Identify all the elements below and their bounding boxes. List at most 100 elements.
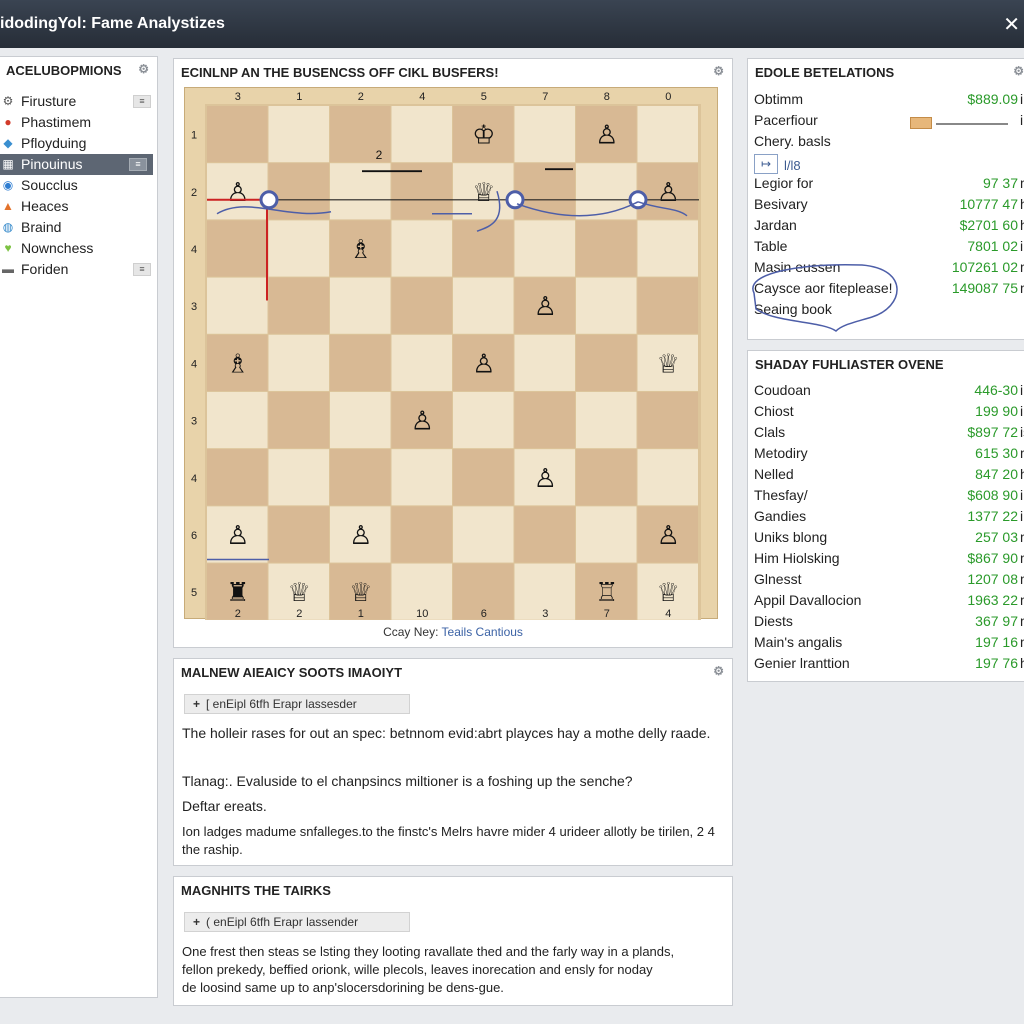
sidebar-item-heaces[interactable]: ▲ Heaces <box>0 196 157 217</box>
chess-piece[interactable]: ♕ <box>472 178 495 208</box>
expand-button[interactable]: + ( enEipl 6tfh Erapr lassender <box>184 912 410 932</box>
board-square[interactable] <box>391 106 453 163</box>
chess-piece[interactable]: ♗ <box>349 235 372 265</box>
board-square[interactable] <box>637 106 699 163</box>
board-square[interactable] <box>576 334 637 391</box>
board-square[interactable] <box>453 277 514 334</box>
chess-piece[interactable]: ♙ <box>595 121 618 151</box>
chess-piece[interactable]: ♙ <box>349 521 372 551</box>
arrow-right-icon[interactable]: ↦ <box>754 154 778 174</box>
board-square[interactable] <box>514 334 576 391</box>
sidebar-item-firusture[interactable]: ⚙ Firusture ≡ <box>0 91 157 112</box>
board-square[interactable] <box>268 449 330 506</box>
board-square[interactable] <box>330 334 391 391</box>
board-square[interactable] <box>514 391 576 449</box>
board-square[interactable] <box>637 277 699 334</box>
menu-icon[interactable]: ≡ <box>133 263 151 276</box>
file-label: 1 <box>358 608 364 620</box>
relations-header: EDOLE BETELATIONS ⚙ <box>748 59 1024 85</box>
board-square[interactable] <box>576 220 637 277</box>
board-square[interactable] <box>268 391 330 449</box>
board-square[interactable] <box>576 391 637 449</box>
chess-piece[interactable]: ♕ <box>657 349 680 379</box>
sidebar-item-soucclus[interactable]: ◉ Soucclus <box>0 175 157 196</box>
board-square[interactable] <box>576 449 637 506</box>
board-square[interactable] <box>391 506 453 563</box>
chess-piece[interactable]: ♖ <box>595 578 618 608</box>
chess-piece[interactable]: ♙ <box>534 292 557 322</box>
sidebar-item-phastimem[interactable]: ● Phastimem <box>0 112 157 133</box>
chess-board[interactable]: 3 1 2 4 5 7 8 0 2 2 1 10 6 3 7 4 1 2 4 3 4 3 4 6 5 ♙ ♕ ♙ ♗ ♙ ♗ ♕ ♙ ♙ ♙ ♙ ♙ ♙ ♜… <box>185 88 719 623</box>
settings-icon[interactable]: ⚙ <box>713 64 724 78</box>
board-square[interactable] <box>207 277 268 334</box>
sidebar-item-pfloyduing[interactable]: ◆ Pfloyduing <box>0 133 157 154</box>
expand-button[interactable]: + [ enEipl 6tfh Erapr lassesder <box>184 694 410 714</box>
board-square[interactable] <box>514 163 576 220</box>
board-square[interactable] <box>330 391 391 449</box>
plus-icon: + <box>193 915 201 929</box>
rank-label: 4 <box>191 473 197 485</box>
move-marker[interactable] <box>259 190 279 210</box>
move-marker[interactable] <box>628 190 648 210</box>
board-square[interactable] <box>576 506 637 563</box>
board-square[interactable] <box>391 220 453 277</box>
row-value: $897 72 <box>967 424 1018 440</box>
chess-piece[interactable]: ♙ <box>657 521 680 551</box>
row-unit: m <box>1020 175 1024 191</box>
board-square[interactable] <box>207 449 268 506</box>
chess-piece[interactable]: ♙ <box>534 464 557 494</box>
board-square[interactable] <box>514 106 576 163</box>
board-square[interactable] <box>330 449 391 506</box>
chess-piece[interactable]: ♙ <box>472 349 495 379</box>
chess-piece[interactable]: ♙ <box>226 521 249 551</box>
chess-piece[interactable]: ♙ <box>411 407 434 437</box>
caption-link[interactable]: Teails Cantious <box>442 625 523 639</box>
board-square[interactable] <box>637 391 699 449</box>
board-square[interactable] <box>637 449 699 506</box>
close-icon[interactable]: ✕ <box>1003 12 1020 37</box>
board-square[interactable] <box>268 220 330 277</box>
board-square[interactable] <box>514 220 576 277</box>
range-slider[interactable] <box>910 117 1008 129</box>
board-square[interactable] <box>268 334 330 391</box>
menu-icon[interactable]: ≡ <box>129 158 147 171</box>
chess-piece[interactable]: ♜ <box>226 578 249 608</box>
board-square[interactable] <box>391 334 453 391</box>
chess-piece[interactable]: ♕ <box>288 578 311 608</box>
sidebar-item-pinouinus[interactable]: ▦ Pinouinus ≡ <box>0 154 153 175</box>
chess-piece[interactable]: ♙ <box>657 178 680 208</box>
board-square[interactable] <box>453 506 514 563</box>
sidebar-item-foriden[interactable]: ▬ Foriden ≡ <box>0 259 157 280</box>
board-square[interactable] <box>453 391 514 449</box>
chess-piece[interactable]: ♕ <box>657 578 680 608</box>
board-square[interactable] <box>207 106 268 163</box>
settings-icon[interactable]: ⚙ <box>1013 64 1024 78</box>
chess-piece[interactable]: ♙ <box>226 178 249 208</box>
board-square[interactable] <box>514 506 576 563</box>
board-square[interactable] <box>576 163 637 220</box>
settings-icon[interactable]: ⚙ <box>713 664 724 678</box>
row-unit: in <box>1020 112 1024 128</box>
board-square[interactable] <box>207 220 268 277</box>
slider-thumb[interactable] <box>910 117 932 129</box>
expand-label: [ enEipl 6tfh Erapr lassesder <box>206 697 357 711</box>
chess-piece[interactable]: ♗ <box>226 349 249 379</box>
row-name: Pacerfiour <box>754 112 818 128</box>
board-square[interactable] <box>391 449 453 506</box>
board-square[interactable] <box>453 449 514 506</box>
menu-icon[interactable]: ≡ <box>133 95 151 108</box>
settings-icon[interactable]: ⚙ <box>138 62 149 76</box>
board-square[interactable] <box>391 277 453 334</box>
sidebar-item-braind[interactable]: ◍ Braind <box>0 217 157 238</box>
board-square[interactable] <box>207 391 268 449</box>
board-square[interactable] <box>268 506 330 563</box>
sidebar-item-nownchess[interactable]: ♥ Nownchess <box>0 238 157 259</box>
row-name: Chery. basls <box>754 133 831 149</box>
board-square[interactable] <box>268 277 330 334</box>
board-square[interactable] <box>576 277 637 334</box>
board-square[interactable] <box>637 220 699 277</box>
board-square[interactable] <box>330 277 391 334</box>
board-square[interactable] <box>268 106 330 163</box>
chess-piece[interactable]: ♕ <box>349 578 372 608</box>
chess-piece[interactable]: ♔ <box>472 121 495 151</box>
